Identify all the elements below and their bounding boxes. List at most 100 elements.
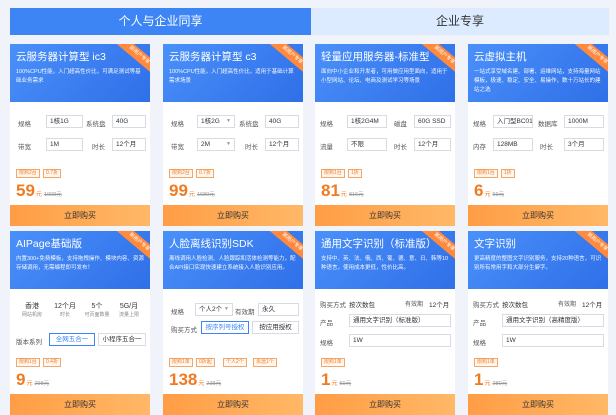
limit-badge: 限购1台 [474,169,498,178]
discount-badge: 0.4折 [43,358,61,367]
product-card-aipage: AIPage基础版 内置300+免费模板，支持拖拽操作、模块内容、资源存储调用，… [10,231,150,415]
card-desc: 更高精度的整图文字识别服务，支持20种语言，可识别所有常用字和大部分生僻字。 [474,256,602,271]
option-by-app[interactable]: 按应用授权 [252,321,299,334]
discount-badge: 0.7折 [43,169,61,178]
card-title: 通用文字识别（标准版） [321,238,437,250]
period-select[interactable]: 永久 [258,303,299,316]
card-desc: 离线调用人脸检测、人脸跟踪和活体检测等能力，配合API接口实现快速建立系统接入人… [169,256,296,271]
bandwidth-select[interactable]: 2M ▼ [197,138,235,151]
price-value: 9 [16,370,26,389]
duration-select[interactable]: 12个月 [265,138,299,151]
discount-badge: 0.7折 [196,169,214,178]
price: 99元 1680元 [169,181,215,201]
disk-select[interactable]: 40G [265,115,299,128]
bandwidth-select[interactable]: 1M [46,138,83,151]
discount-badge: 0折起 [196,358,215,367]
discount-badge: 1折 [501,169,515,178]
option-full-network[interactable]: 全网五合一 [49,333,95,346]
card-desc: 内置300+免费模板，支持拖拽操作、模块内容、资源存储调用，无需编程即可发布！ [16,256,144,271]
product-card-virtual-host: 云虚拟主机 一站式享受域名建、部署、运维网站，支持海量网站模板，极速、稳定、安全… [468,44,608,226]
price-unit: 元 [484,192,491,198]
spec-select[interactable]: 入门型BC01 [493,115,533,128]
stat-label: 时长 [59,312,70,318]
tab-enterprise-only[interactable]: 企业专享 [311,8,609,35]
stat-label: 可页面数量 [84,312,110,318]
buy-now-button[interactable]: 立即购买 [163,394,303,415]
spec-label: 规格 [18,121,31,128]
price: 9元 298元 [16,370,49,390]
bandwidth-label: 带宽 [171,144,184,151]
spec-select[interactable]: 1核1G [46,115,83,128]
price: 1元 50元 [321,370,351,390]
spec-label: 规格 [171,121,184,128]
traffic-select[interactable]: 不限 [347,138,387,151]
option-by-serial[interactable]: 按序列号授权 [201,321,249,334]
database-select[interactable]: 1000M [564,115,604,128]
product-card-lighthouse: 轻量应用服务器-标准型 面向中小企业和开发者，可用做应用型面向，适用于小型网站、… [315,44,455,226]
spec-label: 规格 [320,121,333,128]
limit-badge: 限购1单 [321,358,345,367]
card-desc: 100%CPU性能，入门超高性价比，适用于基础计算需求场景 [169,69,294,84]
spec-select[interactable]: 1核2G ▼ [197,115,235,128]
card-title: 文字识别 [474,238,516,250]
buy-now-button[interactable]: 立即购买 [10,205,150,226]
period-value: 12个月 [429,302,450,309]
disk-select[interactable]: 60G SSD [414,115,451,128]
spec-select[interactable]: 个人2个 ▼ [195,303,233,316]
traffic-label: 流量 [320,144,333,151]
method-value: 按次数包 [502,302,528,309]
period-label: 有效期 [558,302,577,308]
price-unit: 元 [484,381,491,387]
buy-now-button[interactable]: 立即购买 [468,394,608,415]
option-mini-program[interactable]: 小程序五合一 [98,333,146,346]
limit-badge: 限购1台 [321,169,345,178]
disk-label: 系统盘 [86,121,106,128]
spec-badge: 个人2个 [223,358,247,367]
stat-value: 5G/月 [119,303,139,310]
spec-value: 个人2个 [199,306,223,313]
duration-select[interactable]: 12个月 [112,138,146,151]
period-value: 12个月 [582,302,603,309]
limit-badge: 限购2台 [16,169,40,178]
card-header: 文字识别 更高精度的整图文字识别服务，支持20种语言，可识别所有常用字和大部分生… [468,231,608,289]
buy-now-button[interactable]: 立即购买 [10,394,150,415]
disk-select[interactable]: 40G [112,115,146,128]
memory-select[interactable]: 128MB [493,138,533,151]
spec-select[interactable]: 1W [349,334,451,347]
price-unit: 元 [340,192,347,198]
price: 59元 1008元 [16,181,62,201]
product-select[interactable]: 通用文字识别（高精度版） [502,314,604,327]
duration-label: 时长 [540,144,553,151]
period-label: 有效期 [405,302,424,308]
product-card-ocr: 文字识别 更高精度的整图文字识别服务，支持20种语言，可识别所有常用字和大部分生… [468,231,608,415]
buy-now-button[interactable]: 立即购买 [468,205,608,226]
buy-now-button[interactable]: 立即购买 [163,205,303,226]
original-price: 1680元 [196,192,215,198]
price-value: 1 [474,370,484,389]
spec-select[interactable]: 1W [502,334,604,347]
product-select[interactable]: 通用文字识别（标准版） [349,314,451,327]
product-label: 产品 [320,320,333,327]
duration-select[interactable]: 3个月 [564,138,604,151]
product-label: 产品 [473,320,486,327]
original-price: 238元 [206,381,222,387]
limit-badge: 限购2台 [169,169,193,178]
stat-value: 香港 [25,303,39,310]
spec-select[interactable]: 1核2G4M [347,115,387,128]
buy-now-button[interactable]: 立即购买 [315,205,455,226]
period-badge: 永远1个 [253,358,277,367]
price-unit: 元 [331,381,338,387]
chevron-down-icon: ▼ [226,118,231,124]
buy-now-button[interactable]: 立即购买 [315,394,455,415]
price-value: 1 [321,370,331,389]
bandwidth-label: 带宽 [18,144,31,151]
product-card-ocr-standard: 通用文字识别（标准版） 支持中、英、法、俄、西、葡、德、意、日、韩等10种语言，… [315,231,455,415]
duration-label: 时长 [394,144,407,151]
card-header: 人脸离线识别SDK 离线调用人脸检测、人脸跟踪和活体检测等能力，配合API接口实… [163,231,303,289]
price-unit: 元 [188,192,195,198]
duration-select[interactable]: 12个月 [414,138,451,151]
original-price: 280元 [492,381,508,387]
price-value: 6 [474,181,484,200]
tab-personal-and-enterprise[interactable]: 个人与企业同享 [10,8,311,35]
card-header: 云虚拟主机 一站式享受域名建、部署、运维网站，支持海量网站模板，极速、稳定、安全… [468,44,608,102]
